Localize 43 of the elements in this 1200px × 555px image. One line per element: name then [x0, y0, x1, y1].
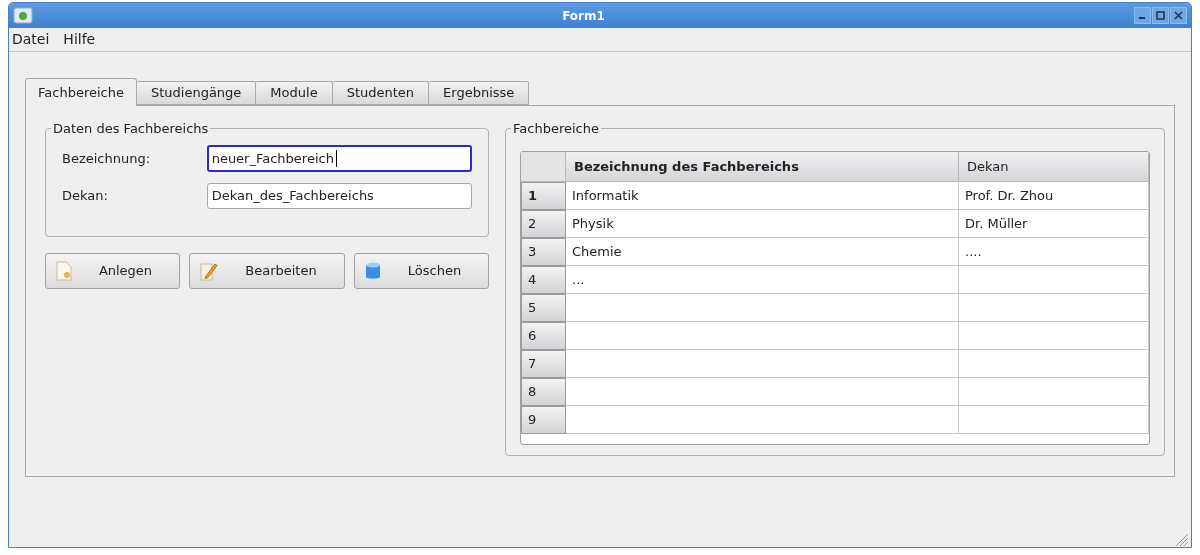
table-cell: Chemie — [566, 238, 959, 266]
action-button[interactable]: Löschen — [354, 253, 489, 289]
table-cell: Informatik — [566, 182, 959, 210]
column-header[interactable]: Dekan — [959, 152, 1149, 182]
column-header[interactable]: Bezeichnung des Fachbereichs — [566, 152, 959, 182]
new-document-icon — [56, 261, 72, 281]
action-button[interactable]: Anlegen — [45, 253, 180, 289]
table-cell: ... — [566, 266, 959, 294]
row-header[interactable]: 1 — [521, 182, 566, 210]
maximize-icon — [1156, 11, 1165, 20]
database-icon — [365, 261, 381, 281]
close-icon — [1174, 11, 1183, 20]
pencil-document-icon — [200, 261, 218, 281]
field-label: Bezeichnung: — [62, 149, 152, 168]
tab[interactable]: Module — [256, 81, 333, 105]
tab[interactable]: Studiengänge — [136, 81, 257, 105]
menu-item[interactable]: Hilfe — [63, 29, 96, 50]
close-button[interactable] — [1170, 7, 1187, 24]
table-cell: .... — [959, 238, 1149, 266]
minimize-button[interactable] — [1134, 7, 1151, 24]
tab[interactable]: Ergebnisse — [429, 81, 530, 105]
action-button[interactable]: Bearbeiten — [189, 253, 345, 289]
maximize-button[interactable] — [1152, 7, 1169, 24]
row-header[interactable]: 9 — [521, 406, 566, 434]
row-header[interactable]: 7 — [521, 350, 566, 378]
table-cell: Dr. Müller — [959, 210, 1149, 238]
table-cell: Physik — [566, 210, 959, 238]
row-header[interactable]: 3 — [521, 238, 566, 266]
row-header[interactable]: 5 — [521, 294, 566, 322]
table-cell: Prof. Dr. Zhou — [959, 182, 1149, 210]
text-field[interactable]: Dekan_des_Fachbereichs — [206, 183, 472, 209]
row-header[interactable]: 2 — [521, 210, 566, 238]
resize-grip-icon — [1175, 533, 1189, 547]
text-field[interactable]: neuer_Fachbereich — [206, 145, 472, 172]
tab[interactable]: Studenten — [332, 81, 430, 105]
row-header[interactable]: 4 — [521, 266, 566, 294]
field-label: Dekan: — [62, 187, 109, 206]
row-header[interactable]: 6 — [521, 322, 566, 350]
row-header[interactable]: 8 — [521, 378, 566, 406]
menu-item[interactable]: Datei — [12, 29, 50, 50]
window-title: Form1 — [561, 7, 606, 25]
tab[interactable]: Fachbereiche — [25, 78, 137, 106]
app-icon — [13, 6, 33, 25]
